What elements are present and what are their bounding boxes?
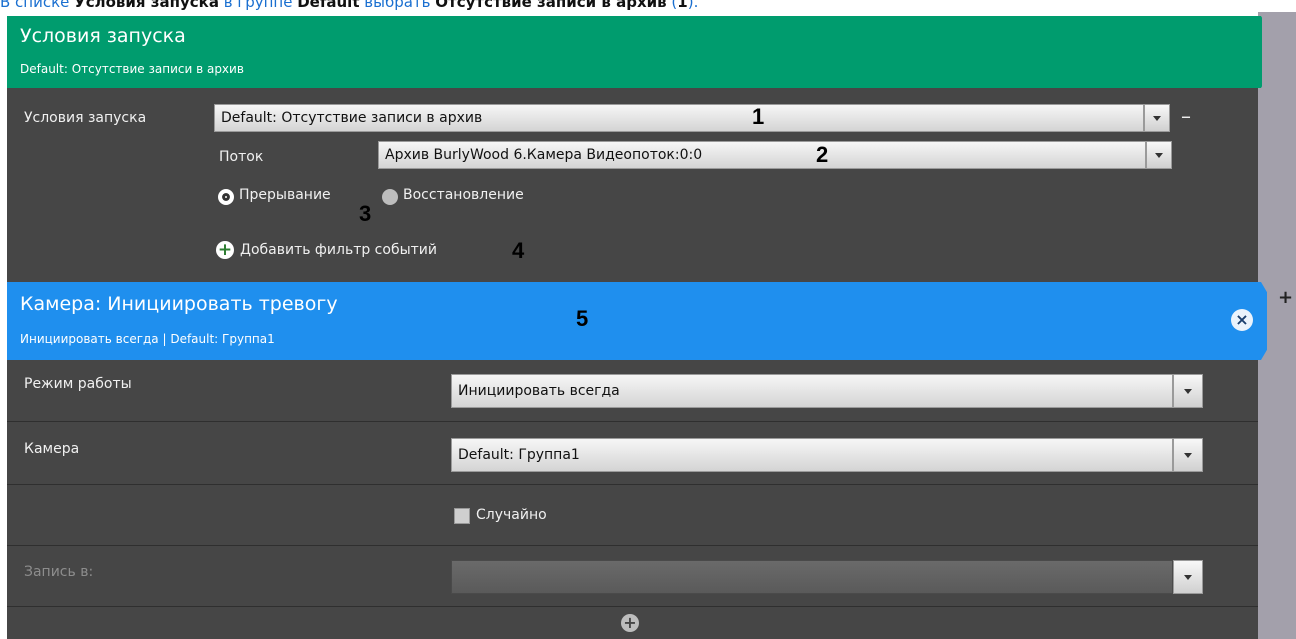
- record-label: Запись в:: [24, 564, 94, 580]
- marker-4: 4: [512, 238, 525, 263]
- side-add-icon[interactable]: +: [1278, 287, 1293, 308]
- row-divider: [7, 421, 1258, 422]
- mode-chevron-down-icon[interactable]: [1173, 374, 1203, 408]
- trigger-title: Условия запуска: [20, 25, 186, 47]
- trigger-header[interactable]: Условия запуска Default: Отсутствие запи…: [7, 16, 1262, 88]
- instruction-caption: В списке Условия запуска в группе Defaul…: [0, 0, 699, 11]
- marker-2: 2: [816, 142, 829, 167]
- random-label: Случайно: [476, 507, 547, 523]
- trigger-subtitle: Default: Отсутствие записи в архив: [20, 62, 244, 76]
- row-divider: [7, 606, 1258, 607]
- condition-value: Default: Отсутствие записи в архив: [221, 110, 483, 126]
- remove-condition-button[interactable]: –: [1181, 104, 1191, 128]
- condition-label: Условия запуска: [24, 110, 147, 126]
- record-select[interactable]: [451, 560, 1173, 594]
- stream-chevron-down-icon[interactable]: [1146, 141, 1172, 169]
- marker-1: 1: [752, 104, 765, 129]
- mode-label: Режим работы: [24, 376, 132, 392]
- condition-chevron-down-icon[interactable]: [1144, 104, 1170, 132]
- action-header[interactable]: Камера: Инициировать тревогу Инициироват…: [7, 282, 1267, 360]
- camera-value: Default: Группа1: [458, 447, 580, 463]
- stream-select[interactable]: Архив BurlyWood 6.Камера Видеопоток:0:0: [378, 141, 1146, 169]
- stream-value: Архив BurlyWood 6.Камера Видеопоток:0:0: [385, 147, 703, 163]
- radio-interrupt-label: Прерывание: [239, 187, 331, 203]
- action-title: Камера: Инициировать тревогу: [20, 293, 338, 315]
- radio-interrupt[interactable]: [218, 189, 234, 205]
- radio-restore[interactable]: [382, 189, 398, 205]
- radio-restore-label: Восстановление: [403, 187, 524, 203]
- row-divider: [7, 484, 1258, 485]
- close-circle-icon[interactable]: ×: [1231, 309, 1253, 331]
- add-filter-plus-circle-icon[interactable]: +: [216, 241, 234, 259]
- condition-select[interactable]: Default: Отсутствие записи в архив: [214, 104, 1144, 132]
- marker-3: 3: [359, 201, 372, 226]
- stream-label: Поток: [219, 149, 264, 165]
- row-divider: [7, 545, 1258, 546]
- mode-value: Инициировать всегда: [458, 383, 620, 399]
- camera-label: Камера: [24, 441, 80, 457]
- random-checkbox[interactable]: [454, 508, 470, 524]
- add-plus-circle-icon[interactable]: +: [621, 614, 639, 632]
- add-filter-link[interactable]: Добавить фильтр событий: [240, 242, 437, 258]
- camera-select[interactable]: Default: Группа1: [451, 438, 1173, 472]
- camera-chevron-down-icon[interactable]: [1173, 438, 1203, 472]
- mode-select[interactable]: Инициировать всегда: [451, 374, 1173, 408]
- action-subtitle: Инициировать всегда | Default: Группа1: [20, 332, 275, 346]
- marker-5: 5: [576, 306, 589, 331]
- record-chevron-down-icon[interactable]: [1173, 560, 1203, 594]
